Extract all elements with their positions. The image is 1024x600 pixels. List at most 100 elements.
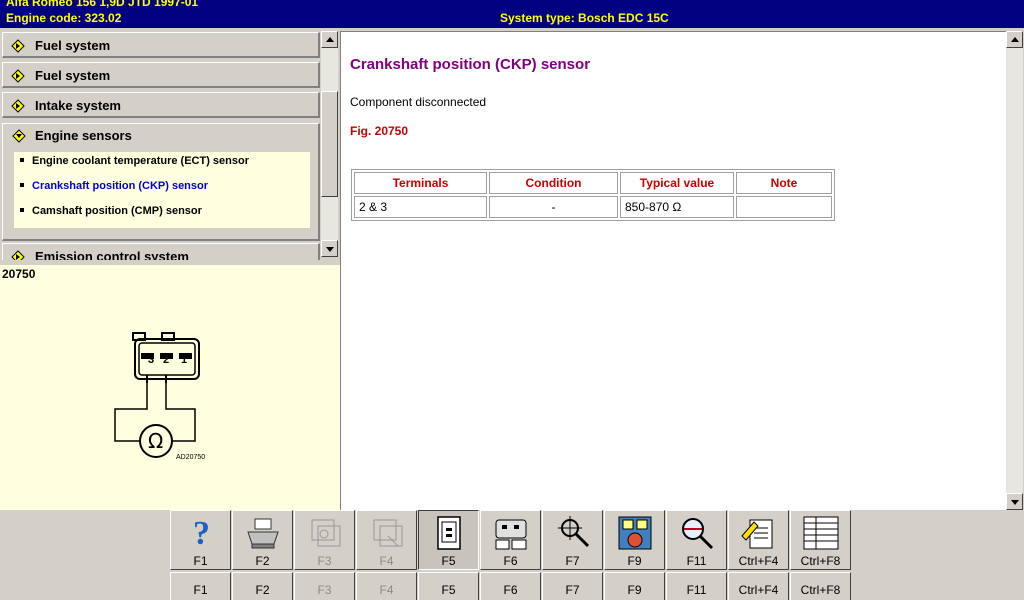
list-item-cmp-sensor[interactable]: Camshaft position (CMP) sensor <box>20 205 202 217</box>
notes-icon <box>741 519 773 549</box>
ctrl-f4-notes-button[interactable]: Ctrl+F4 <box>728 510 789 570</box>
category-label: Emission control system <box>35 249 189 260</box>
component-icon <box>311 519 341 547</box>
table-cell: 2 & 3 <box>354 196 487 218</box>
table-header-row: Terminals Condition Typical value Note <box>354 172 832 194</box>
category-label: Fuel system <box>35 68 111 83</box>
table-cell: - <box>489 196 618 218</box>
f2-button-row2[interactable]: F2 <box>232 572 293 600</box>
f11-search-button[interactable]: F11 <box>666 510 727 570</box>
bullet-icon <box>20 183 24 188</box>
scroll-up-button[interactable] <box>321 31 338 48</box>
f4-button-row2[interactable]: F4 <box>356 572 417 600</box>
list-item-ckp-sensor[interactable]: Crankshaft position (CKP) sensor <box>20 180 208 192</box>
list-icon <box>803 516 839 550</box>
column-header: Note <box>736 172 832 194</box>
f2-print-button[interactable]: F2 <box>232 510 293 570</box>
svg-text:?: ? <box>193 515 210 552</box>
key-label: F5 <box>441 554 456 568</box>
key-label: F3 <box>317 554 332 568</box>
printer-icon <box>247 518 279 549</box>
ctrl-f8-list-button[interactable]: Ctrl+F8 <box>790 510 851 570</box>
key-label: F2 <box>255 583 270 597</box>
key-label: Ctrl+F4 <box>738 583 779 597</box>
key-label: F4 <box>379 554 394 568</box>
probe-icon <box>558 516 590 548</box>
f11-button-row2[interactable]: F11 <box>666 572 727 600</box>
content-panel: Crankshaft position (CKP) sensor Compone… <box>340 31 1006 510</box>
diamond-arrow-icon <box>11 99 25 113</box>
key-label: F3 <box>317 583 332 597</box>
vehicle-label: Alfa Romeo 156 1,9D JTD 1997-01 <box>6 0 199 9</box>
f9-pin-selector-button[interactable]: F9 <box>604 510 665 570</box>
category-engine-sensors[interactable]: Engine sensors Engine coolant temperatur… <box>2 123 320 241</box>
key-label: F2 <box>255 554 270 568</box>
pin-label: 2 <box>163 354 169 366</box>
f1-button-row2[interactable]: F1 <box>170 572 231 600</box>
f3-button-row2[interactable]: F3 <box>294 572 355 600</box>
key-label: F11 <box>686 554 707 568</box>
arrow-up-icon <box>326 37 334 42</box>
category-emission-control[interactable]: Emission control system <box>2 243 320 260</box>
function-key-toolbar: ? F1 F2 F3 F4 F5 F6 F7 F9 F11 Ctrl+F4 Ct… <box>0 510 1024 600</box>
key-label: F11 <box>686 583 707 597</box>
f1-help-button[interactable]: ? F1 <box>170 510 231 570</box>
f9-button-row2[interactable]: F9 <box>604 572 665 600</box>
f6-ecu-pin-button[interactable]: F6 <box>480 510 541 570</box>
f7-probe-button[interactable]: F7 <box>542 510 603 570</box>
key-label: F7 <box>565 554 580 568</box>
system-type-label: System type: Bosch EDC 15C <box>500 11 669 25</box>
pin-label: 3 <box>148 354 154 366</box>
diamond-arrow-icon <box>11 250 25 260</box>
f7-button-row2[interactable]: F7 <box>542 572 603 600</box>
key-label: F6 <box>503 583 518 597</box>
category-label: Intake system <box>35 98 121 113</box>
component-search-icon <box>373 519 403 547</box>
key-label: Ctrl+F8 <box>800 583 841 597</box>
f5-connector-button[interactable]: F5 <box>418 510 479 570</box>
list-item-ect-sensor[interactable]: Engine coolant temperature (ECT) sensor <box>20 155 249 167</box>
category-label: Fuel system <box>35 38 111 53</box>
diamond-arrow-icon <box>11 69 25 83</box>
category-fuel-system-2[interactable]: Fuel system <box>2 62 320 88</box>
scroll-up-button[interactable] <box>1006 31 1023 48</box>
arrow-down-icon <box>1011 500 1019 505</box>
connector-icon <box>437 516 461 550</box>
search-zoom-icon <box>682 518 714 550</box>
sensor-wiring-diagram: 3 2 1 Ω AD20750 <box>114 332 205 461</box>
key-label: F4 <box>379 583 394 597</box>
key-label: Ctrl+F8 <box>800 554 841 568</box>
bullet-icon <box>20 158 24 163</box>
content-scrollbar[interactable] <box>1006 31 1023 510</box>
figure-link[interactable]: Fig. 20750 <box>350 124 408 138</box>
ecu-pin-icon <box>495 519 527 550</box>
category-fuel-system-1[interactable]: Fuel system <box>2 32 320 58</box>
scroll-down-button[interactable] <box>1006 493 1023 510</box>
ctrl-f8-button-row2[interactable]: Ctrl+F8 <box>790 572 851 600</box>
category-intake-system[interactable]: Intake system <box>2 92 320 118</box>
nav-scrollbar[interactable] <box>321 31 338 257</box>
f3-button[interactable]: F3 <box>294 510 355 570</box>
sensor-list: Engine coolant temperature (ECT) sensor … <box>14 152 310 228</box>
arrow-down-icon <box>326 247 334 252</box>
column-header: Typical value <box>620 172 734 194</box>
f6-button-row2[interactable]: F6 <box>480 572 541 600</box>
column-header: Condition <box>489 172 618 194</box>
key-label: F5 <box>441 583 456 597</box>
scroll-thumb[interactable] <box>321 91 338 197</box>
list-item-label: Engine coolant temperature (ECT) sensor <box>32 155 249 167</box>
scroll-down-button[interactable] <box>321 240 338 257</box>
pin-label: 1 <box>181 354 187 366</box>
ohmmeter-icon: Ω <box>148 429 163 453</box>
f5-button-row2[interactable]: F5 <box>418 572 479 600</box>
f4-button[interactable]: F4 <box>356 510 417 570</box>
ctrl-f4-button-row2[interactable]: Ctrl+F4 <box>728 572 789 600</box>
table-row: 2 & 3 - 850-870 Ω <box>354 196 832 218</box>
arrow-up-icon <box>1011 37 1019 42</box>
key-label: F6 <box>503 554 518 568</box>
key-label: Ctrl+F4 <box>738 554 779 568</box>
category-nav: Fuel system Fuel system Intake system En… <box>0 31 340 260</box>
table-cell <box>736 196 832 218</box>
key-label: F9 <box>627 554 642 568</box>
header-bar: Alfa Romeo 156 1,9D JTD 1997-01 Engine c… <box>0 0 1024 28</box>
